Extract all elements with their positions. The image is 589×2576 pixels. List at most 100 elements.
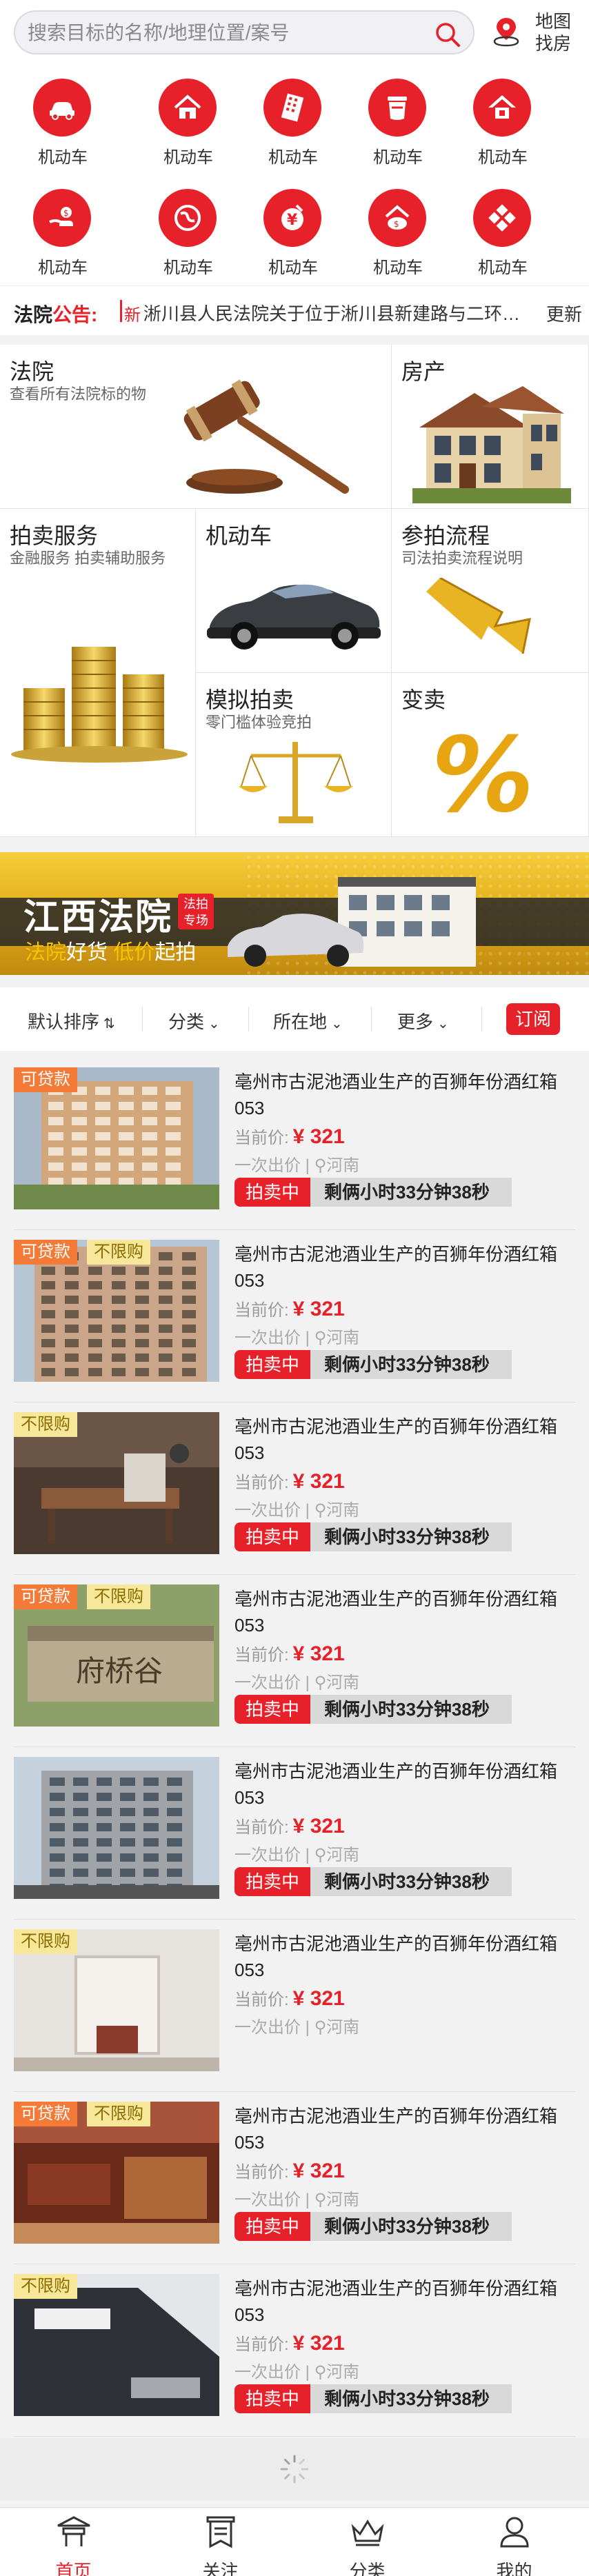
header: 地图 找房 <box>0 0 589 65</box>
tab-home[interactable]: 首页 <box>0 2508 147 2576</box>
listing-photo[interactable]: 不限购 <box>14 1412 219 1554</box>
building-icon <box>263 79 321 137</box>
feature-process[interactable]: 参拍流程 司法拍卖流程说明 <box>392 509 589 673</box>
feature-subtitle: 司法拍卖流程说明 <box>401 550 523 567</box>
category-item[interactable]: ¥ 机动车 <box>241 175 345 279</box>
feature-house[interactable]: 房产 <box>392 345 589 509</box>
listing-photo[interactable]: 可贷款 <box>14 1067 219 1209</box>
listing-price-row: 当前价: ¥ 321 <box>234 1470 345 1493</box>
arrow-illustration <box>426 578 531 654</box>
listing-photo[interactable]: 可贷款 不限购 <box>14 1240 219 1382</box>
countdown-timer: 剩俩小时33分钟38秒 <box>310 1178 512 1207</box>
map-find-button[interactable]: 地图 找房 <box>492 10 582 55</box>
more-dropdown[interactable]: 更多 ⌄ <box>397 1008 449 1034</box>
countdown-timer: 剩俩小时33分钟38秒 <box>310 1522 512 1551</box>
countdown-timer: 剩俩小时33分钟38秒 <box>310 1350 512 1379</box>
gold-coins-illustration <box>11 647 188 763</box>
category-item[interactable]: 机动车 <box>241 65 345 168</box>
feature-court[interactable]: 法院 查看所有法院标的物 <box>0 345 392 509</box>
listing-title[interactable]: 亳州市古泥池酒业生产的百狮年份酒红箱053 <box>234 1586 572 1638</box>
jar-icon <box>368 79 426 137</box>
listing-photo[interactable]: 府桥谷 可贷款 不限购 <box>14 1584 219 1727</box>
feature-mock-auction[interactable]: 模拟拍卖 零门槛体验竞拍 <box>196 673 392 837</box>
tab-category[interactable]: 分类 <box>294 2508 441 2576</box>
feature-discount-sale[interactable]: 变卖 % <box>392 673 589 837</box>
loan-badge: 可贷款 <box>14 1240 77 1265</box>
listing-meta: 一次出价 | ⚲河南 <box>234 2191 360 2209</box>
listing-title[interactable]: 亳州市古泥池酒业生产的百狮年份酒红箱053 <box>234 1069 572 1121</box>
svg-text:$: $ <box>63 208 69 218</box>
auction-status-badge: 拍卖中 <box>234 1178 310 1207</box>
listing-title[interactable]: 亳州市古泥池酒业生产的百狮年份酒红箱053 <box>234 1758 572 1811</box>
listing-price-row: 当前价: ¥ 321 <box>234 1642 345 1665</box>
listing-price: ¥ 321 <box>292 2332 345 2355</box>
category-item[interactable]: $ 机动车 <box>346 175 450 279</box>
feature-auction-service[interactable]: 拍卖服务 金融服务 拍卖辅助服务 <box>0 509 196 837</box>
category-label: 机动车 <box>478 259 528 277</box>
bookmark-list-icon <box>206 2516 235 2548</box>
hand-icon: $ <box>33 189 91 247</box>
filter-divider <box>371 1007 372 1032</box>
user-icon <box>500 2517 529 2548</box>
listing-price: ¥ 321 <box>292 1298 345 1320</box>
category-item[interactable]: $ 机动车 <box>11 175 114 279</box>
auction-status-badge: 拍卖中 <box>234 1867 310 1896</box>
category-item[interactable]: 机动车 <box>451 65 555 168</box>
listing-photo[interactable] <box>14 1757 219 1899</box>
listing-item[interactable]: 不限购 亳州市古泥池酒业生产的百狮年份酒红箱053 当前价: ¥ 321 一次出价 | … <box>0 2264 589 2437</box>
promo-banner[interactable]: 江西法院 法拍专场 法院好货 低价起拍 <box>0 852 589 975</box>
listing-title[interactable]: 亳州市古泥池酒业生产的百狮年份酒红箱053 <box>234 2103 572 2155</box>
category-item[interactable]: 机动车 <box>137 65 240 168</box>
listing-photo[interactable]: 不限购 <box>14 1929 219 2071</box>
listing-price-row: 当前价: ¥ 321 <box>234 1298 345 1320</box>
listing-price: ¥ 321 <box>292 1125 345 1148</box>
listing-item[interactable]: 可贷款 不限购 亳州市古泥池酒业生产的百狮年份酒红箱053 当前价: ¥ 321 一次出价… <box>0 2092 589 2264</box>
notice-more-link[interactable]: 更新 <box>546 301 582 326</box>
category-item[interactable]: 机动车 <box>11 65 114 168</box>
location-pin-icon: ⚲ <box>314 1329 327 1347</box>
listing-photo-graphic <box>14 1757 219 1899</box>
search-icon[interactable] <box>435 21 461 48</box>
car-icon <box>33 79 91 137</box>
tab-follow[interactable]: 关注 <box>147 2508 294 2576</box>
category-dropdown[interactable]: 分类 ⌄ <box>168 1008 220 1034</box>
location-pin-icon: ⚲ <box>314 2363 327 2382</box>
no-limit-badge: 不限购 <box>87 1240 150 1265</box>
listing-photo[interactable]: 可贷款 不限购 <box>14 2102 219 2244</box>
search-box[interactable] <box>14 10 475 54</box>
subscribe-button[interactable]: 订阅 <box>506 1003 560 1035</box>
listing-item[interactable]: 府桥谷 可贷款 不限购 亳州市古泥池酒业生产的百狮年份酒红箱053 当前价: ¥ 321 一… <box>0 1575 589 1747</box>
listing-divider <box>14 2436 575 2437</box>
court-notice-bar[interactable]: 法院公告: 新 淅川县人民法院关于位于淅川县新建路与二环路交叉口房产拍卖公告 更… <box>0 285 589 335</box>
listing-title[interactable]: 亳州市古泥池酒业生产的百狮年份酒红箱053 <box>234 2275 572 2328</box>
countdown-timer: 剩俩小时33分钟38秒 <box>310 2212 512 2241</box>
listing-item[interactable]: 亳州市古泥池酒业生产的百狮年份酒红箱053 当前价: ¥ 321 一次出价 | ⚲河南… <box>0 1747 589 1920</box>
notice-text[interactable]: 淅川县人民法院关于位于淅川县新建路与二环路交叉口房产拍卖公告 <box>143 300 530 325</box>
listing-price-row: 当前价: ¥ 321 <box>234 1125 345 1148</box>
category-item[interactable]: 机动车 <box>137 175 240 279</box>
banner-stamp: 法拍专场 <box>178 894 214 929</box>
crown-icon <box>351 2519 384 2546</box>
listing-title[interactable]: 亳州市古泥池酒业生产的百狮年份酒红箱053 <box>234 1241 572 1294</box>
listing-photo[interactable]: 不限购 <box>14 2274 219 2416</box>
listing-item[interactable]: 不限购 亳州市古泥池酒业生产的百狮年份酒红箱053 当前价: ¥ 321 一次出价 | … <box>0 1402 589 1575</box>
loan-badge: 可贷款 <box>14 1067 77 1092</box>
feature-vehicle[interactable]: 机动车 <box>196 509 392 673</box>
listing-item[interactable]: 可贷款 不限购 亳州市古泥池酒业生产的百狮年份酒红箱053 当前价: ¥ 321 一次出价… <box>0 1230 589 1402</box>
category-item[interactable]: 机动车 <box>451 175 555 279</box>
listing-price-row: 当前价: ¥ 321 <box>234 2160 345 2182</box>
tab-mine[interactable]: 我的 <box>441 2508 588 2576</box>
banner-car-building-illustration <box>228 877 476 967</box>
category-item[interactable]: 机动车 <box>346 65 450 168</box>
countdown-timer: 剩俩小时33分钟38秒 <box>310 1867 512 1896</box>
listing-item[interactable]: 可贷款 亳州市古泥池酒业生产的百狮年份酒红箱053 当前价: ¥ 321 一次出价 | … <box>0 1058 589 1230</box>
listing-title[interactable]: 亳州市古泥池酒业生产的百狮年份酒红箱053 <box>234 1413 572 1466</box>
listing-item[interactable]: 不限购 亳州市古泥池酒业生产的百狮年份酒红箱053 当前价: ¥ 321 一次出价 | … <box>0 1920 589 2092</box>
loan-badge: 可贷款 <box>14 1584 77 1609</box>
sort-dropdown[interactable]: 默认排序 ⇅ <box>28 1008 115 1034</box>
search-input[interactable] <box>28 19 428 48</box>
countdown-timer: 剩俩小时33分钟38秒 <box>310 1695 512 1724</box>
feature-title: 变卖 <box>401 687 446 712</box>
location-dropdown[interactable]: 所在地 ⌄ <box>273 1008 343 1034</box>
listing-title[interactable]: 亳州市古泥池酒业生产的百狮年份酒红箱053 <box>234 1931 572 1983</box>
